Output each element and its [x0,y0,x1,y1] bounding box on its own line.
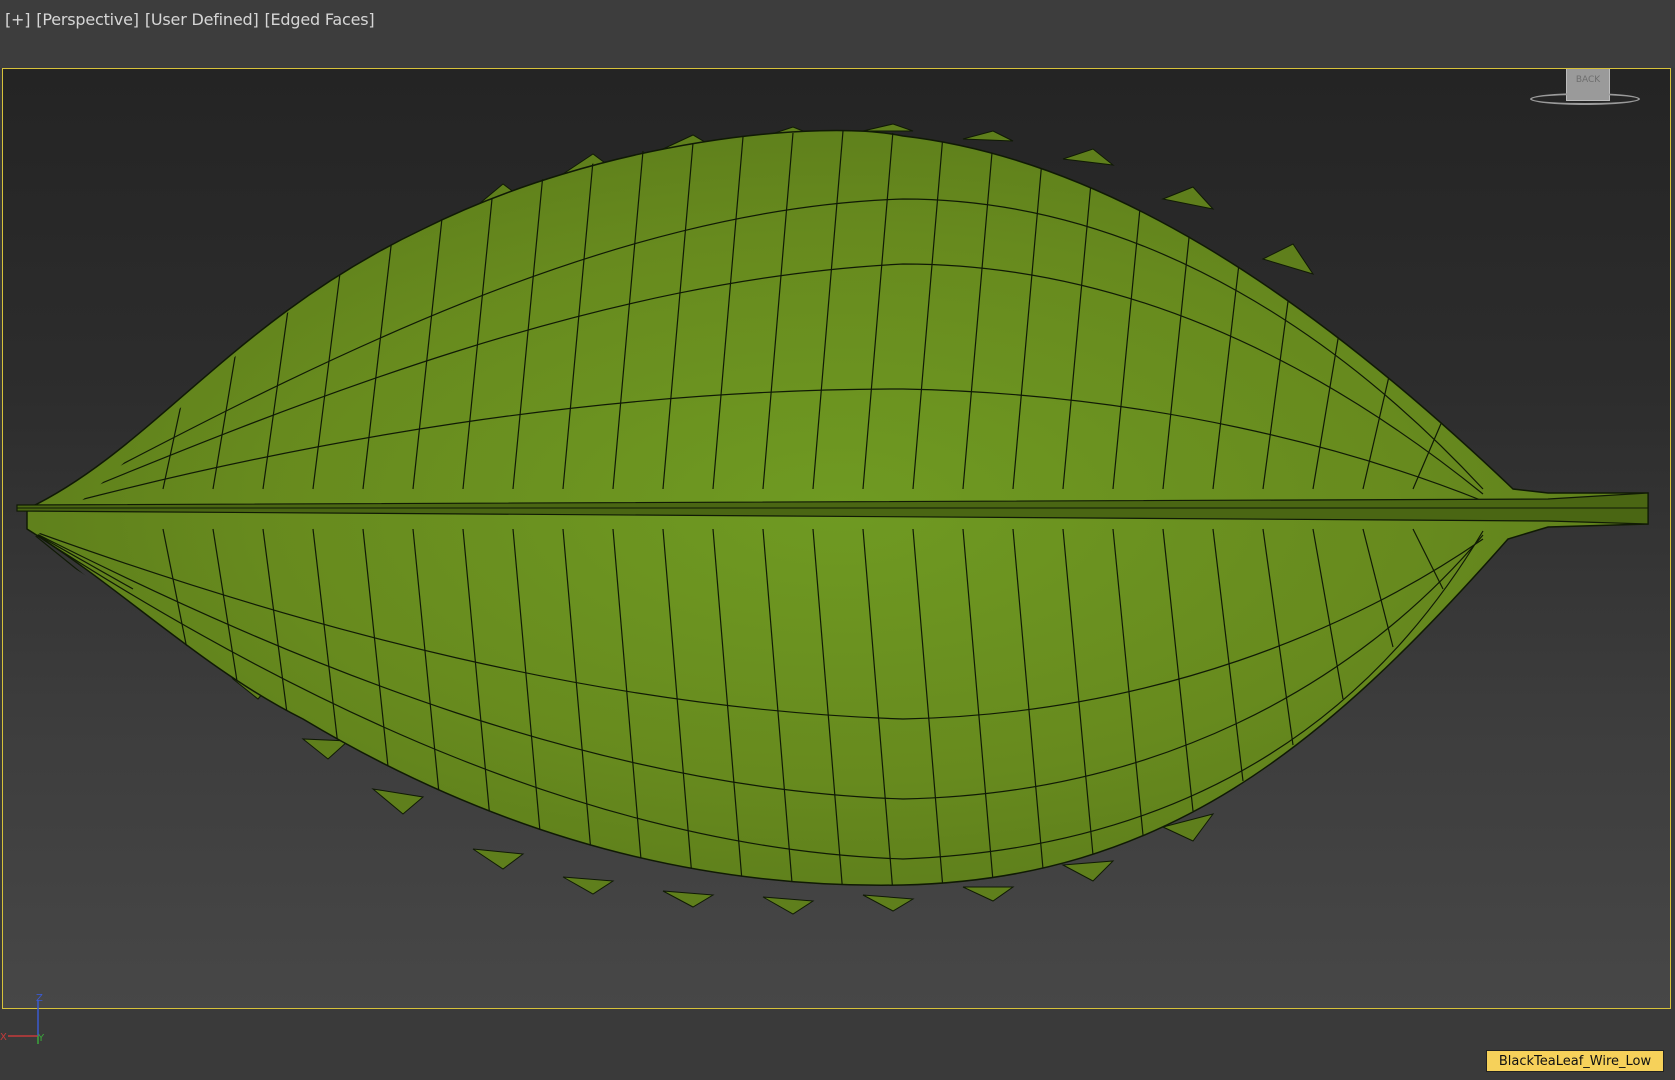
axis-tripod-icon: Z X Y [0,992,60,1052]
axis-y-label: Y [37,1033,45,1044]
object-name-tag: BlackTeaLeaf_Wire_Low [1486,1050,1664,1072]
leaf-mesh[interactable] [3,69,1670,1008]
viewport-footer [0,1010,1675,1080]
viewport-shading-menu[interactable]: [Edged Faces] [264,10,374,29]
viewcube-icon[interactable]: BACK [1530,69,1654,127]
viewport-pov-menu[interactable]: [Perspective] [36,10,139,29]
viewcube-compass-ring[interactable] [1530,93,1640,105]
axis-x-label: X [0,1032,7,1043]
viewport-view-menu[interactable]: [User Defined] [145,10,259,29]
viewport-plus-menu[interactable]: [+] [5,10,30,29]
perspective-viewport[interactable]: BACK [2,68,1671,1009]
viewport-header: [+] [Perspective] [User Defined] [Edged Fac… [0,0,1675,68]
axis-z-label: Z [36,993,43,1004]
viewport-label-menu: [+] [Perspective] [User Defined] [Edged Fac… [5,10,380,29]
